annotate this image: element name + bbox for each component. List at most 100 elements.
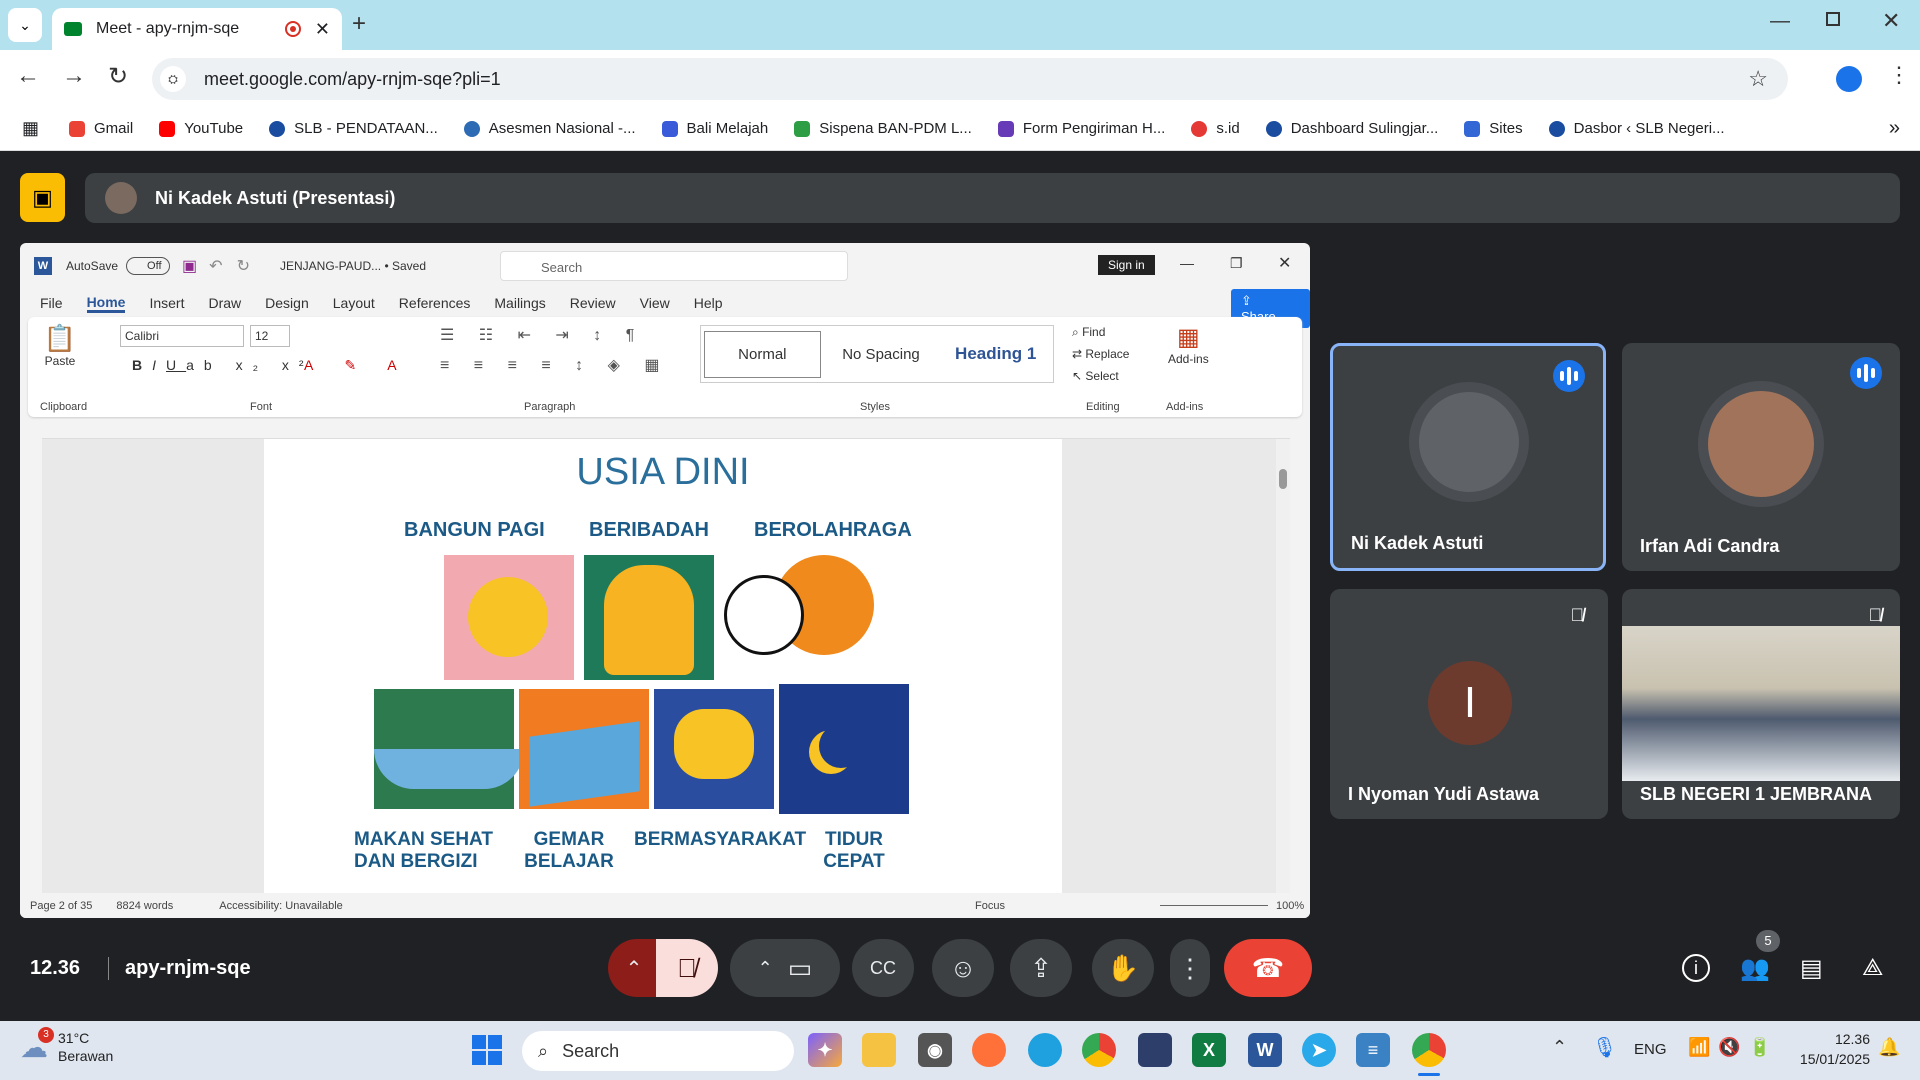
- undo-icon[interactable]: ↶: [209, 256, 222, 276]
- excel-icon[interactable]: X: [1192, 1033, 1226, 1067]
- addins-button[interactable]: ▦ Add-ins: [1168, 323, 1209, 366]
- end-call-button[interactable]: ☎: [1224, 939, 1312, 997]
- app-icon[interactable]: [1138, 1033, 1172, 1067]
- bookmark-star-icon[interactable]: ☆: [1748, 66, 1768, 92]
- styles-gallery[interactable]: Normal No Spacing Heading 1: [700, 325, 1054, 383]
- bookmark-sid[interactable]: s.id: [1191, 120, 1240, 137]
- info-icon[interactable]: i: [1682, 954, 1710, 982]
- people-button[interactable]: 👥: [1740, 954, 1770, 983]
- camera-app-icon[interactable]: ◉: [918, 1033, 952, 1067]
- more-options-button[interactable]: ⋮: [1170, 939, 1210, 997]
- tab-mailings[interactable]: Mailings: [494, 295, 545, 311]
- zoom-slider[interactable]: [1160, 905, 1268, 906]
- vertical-scrollbar[interactable]: [1276, 439, 1290, 893]
- participant-tile-4[interactable]: 🎙̸ SLB NEGERI 1 JEMBRANA: [1622, 589, 1900, 819]
- tab-help[interactable]: Help: [694, 295, 723, 311]
- notepad-icon[interactable]: ≡: [1356, 1033, 1390, 1067]
- reload-icon[interactable]: ↻: [108, 62, 128, 91]
- mic-toggle-button[interactable]: 🎙̸: [656, 939, 718, 997]
- edge-icon[interactable]: [1028, 1033, 1062, 1067]
- tab-view[interactable]: View: [640, 295, 670, 311]
- menu-kebab-icon[interactable]: ⋮: [1888, 62, 1910, 88]
- focus-button[interactable]: Focus: [975, 900, 1005, 912]
- taskbar-search[interactable]: ⌕ Search: [522, 1031, 794, 1071]
- weather-widget[interactable]: ☁ 3 31°C Berawan: [20, 1027, 113, 1065]
- tab-layout[interactable]: Layout: [333, 295, 375, 311]
- file-explorer-icon[interactable]: [862, 1033, 896, 1067]
- tab-design[interactable]: Design: [265, 295, 309, 311]
- bookmark-sites[interactable]: Sites: [1464, 120, 1523, 137]
- chat-icon[interactable]: ▤: [1800, 954, 1823, 983]
- paste-button[interactable]: 📋 Paste: [42, 323, 78, 368]
- word-search-box[interactable]: Search: [500, 251, 848, 281]
- participant-tile-1[interactable]: Ni Kadek Astuti: [1330, 343, 1606, 571]
- reactions-button[interactable]: ☺: [932, 939, 994, 997]
- site-info-icon[interactable]: ⛭: [160, 66, 186, 92]
- redo-icon[interactable]: ↻: [237, 256, 250, 276]
- close-window-button[interactable]: ✕: [1882, 8, 1900, 34]
- presentation-icon[interactable]: ▣: [20, 173, 65, 222]
- clock[interactable]: 12.36 15/01/2025: [1786, 1029, 1870, 1069]
- activities-icon[interactable]: ⟁: [1862, 954, 1883, 982]
- style-heading-1[interactable]: Heading 1: [938, 344, 1053, 364]
- zoom-level[interactable]: 100%: [1276, 900, 1304, 912]
- captions-button[interactable]: CC: [852, 939, 914, 997]
- bookmark-youtube[interactable]: YouTube: [159, 120, 243, 137]
- participant-tile-3[interactable]: I 🎙̸ I Nyoman Yudi Astawa: [1330, 589, 1608, 819]
- bookmark-asesmen[interactable]: Asesmen Nasional -...: [463, 120, 636, 137]
- save-icon[interactable]: ▣: [182, 256, 197, 276]
- firefox-icon[interactable]: [972, 1033, 1006, 1067]
- style-normal[interactable]: Normal: [704, 330, 821, 378]
- paragraph-icons[interactable]: ☰ ☷ ⇤ ⇥ ↕ ¶: [440, 325, 644, 345]
- tab-review[interactable]: Review: [570, 295, 616, 311]
- bookmark-dashboard-sulingjar[interactable]: Dashboard Sulingjar...: [1265, 120, 1438, 137]
- raise-hand-button[interactable]: ✋: [1092, 939, 1154, 997]
- minimize-button[interactable]: —: [1770, 10, 1790, 33]
- telegram-icon[interactable]: ➤: [1302, 1033, 1336, 1067]
- word-icon[interactable]: W: [1248, 1033, 1282, 1067]
- more-bookmarks-icon[interactable]: »: [1889, 117, 1900, 140]
- bookmark-form-pengiriman[interactable]: Form Pengiriman H...: [997, 120, 1165, 137]
- participant-tile-2[interactable]: Irfan Adi Candra: [1622, 343, 1900, 571]
- style-no-spacing[interactable]: No Spacing: [824, 346, 939, 363]
- font-format-icons[interactable]: BIUab x₂ x²: [132, 357, 314, 373]
- copilot-icon[interactable]: ✦: [808, 1033, 842, 1067]
- font-color-icons[interactable]: A ✎ A: [304, 357, 411, 374]
- browser-tab[interactable]: Meet - apy-rnjm-sqe ✕: [52, 8, 342, 50]
- doc-name[interactable]: JENJANG-PAUD... • Saved: [280, 259, 426, 273]
- tab-close-icon[interactable]: ✕: [315, 19, 330, 40]
- notification-bell-icon[interactable]: 🔔: [1878, 1037, 1900, 1058]
- font-size-box[interactable]: 12: [250, 325, 290, 347]
- tab-file[interactable]: File: [40, 295, 63, 311]
- replace-button[interactable]: ⇄ Replace: [1072, 347, 1129, 361]
- font-name-box[interactable]: Calibri: [120, 325, 244, 347]
- scroll-thumb[interactable]: [1279, 469, 1287, 489]
- sign-in-button[interactable]: Sign in: [1098, 255, 1155, 275]
- accessibility-status[interactable]: Accessibility: Unavailable: [219, 900, 343, 912]
- chrome-icon[interactable]: [1082, 1033, 1116, 1067]
- chrome-profile-icon[interactable]: [1412, 1033, 1446, 1067]
- alignment-icons[interactable]: ≡ ≡ ≡ ≡ ↕ ◈ ▦: [440, 355, 669, 375]
- start-button[interactable]: [472, 1035, 502, 1065]
- language-indicator[interactable]: ENG: [1634, 1041, 1667, 1058]
- bookmark-gmail[interactable]: Gmail: [69, 120, 133, 137]
- restore-button[interactable]: [1826, 12, 1840, 26]
- profile-avatar[interactable]: [1836, 66, 1862, 92]
- tray-chevron-icon[interactable]: ⌃: [1552, 1037, 1567, 1058]
- select-button[interactable]: ↖ Select: [1072, 369, 1119, 383]
- find-button[interactable]: ⌕ Find: [1072, 325, 1105, 340]
- forward-icon[interactable]: →: [62, 62, 86, 90]
- tab-draw[interactable]: Draw: [208, 295, 241, 311]
- back-icon[interactable]: ←: [16, 62, 40, 90]
- tab-references[interactable]: References: [399, 295, 471, 311]
- tab-search-button[interactable]: ⌄: [8, 8, 42, 42]
- bookmark-sispena[interactable]: Sispena BAN-PDM L...: [794, 120, 972, 137]
- new-tab-button[interactable]: +: [352, 10, 366, 38]
- autosave-toggle[interactable]: Off: [126, 257, 171, 275]
- word-close-icon[interactable]: ✕: [1278, 253, 1291, 273]
- camera-options-button[interactable]: ⌃ ▭: [730, 939, 840, 997]
- bookmark-slb-pendataan[interactable]: SLB - PENDATAAN...: [269, 120, 438, 137]
- tab-home[interactable]: Home: [86, 294, 126, 313]
- bookmark-bali-melajah[interactable]: Bali Melajah: [661, 120, 768, 137]
- omnibox[interactable]: ⛭ meet.google.com/apy-rnjm-sqe?pli=1 ☆: [152, 58, 1788, 100]
